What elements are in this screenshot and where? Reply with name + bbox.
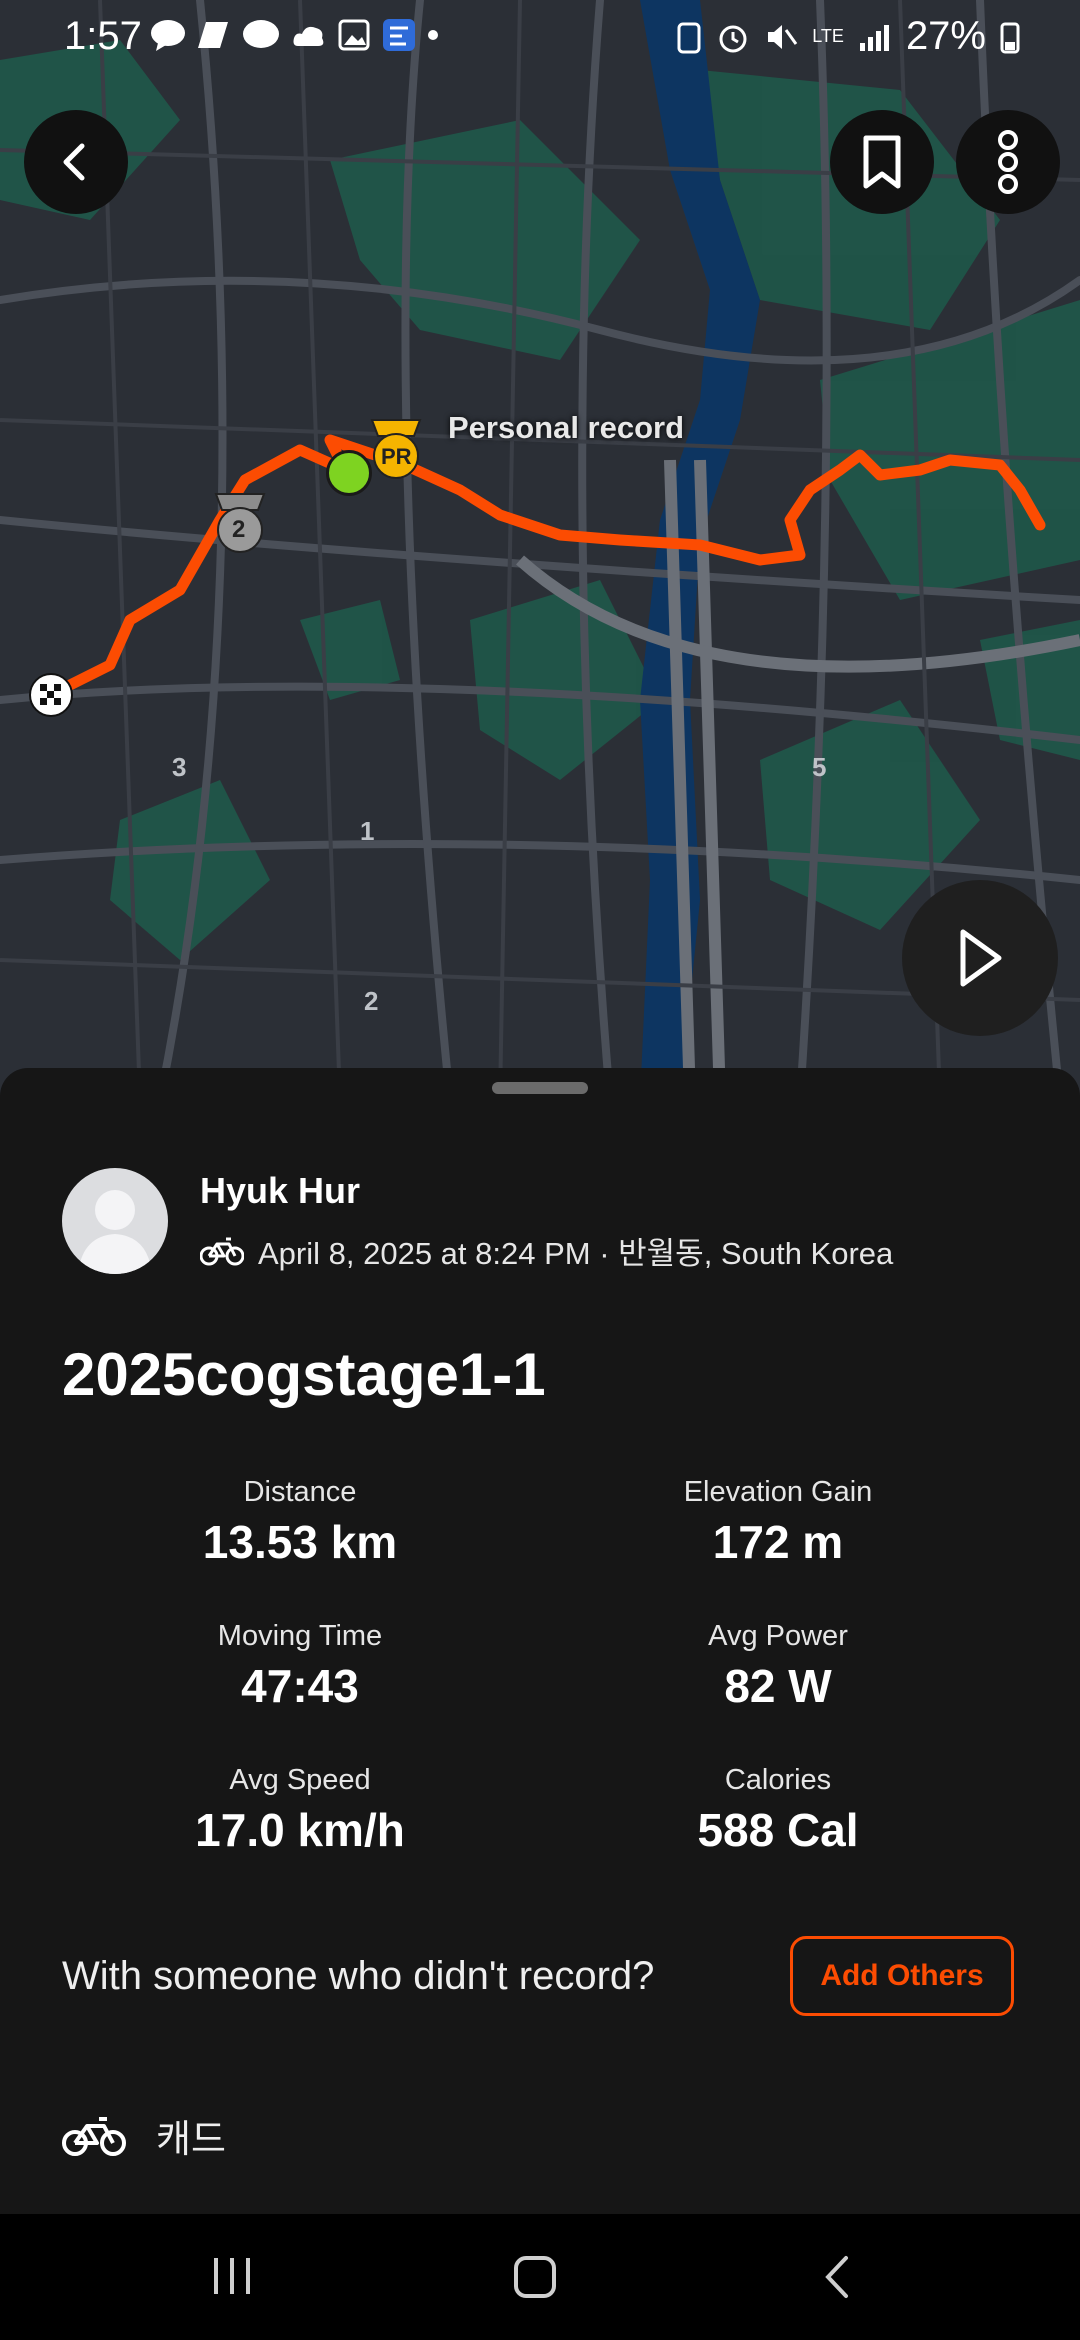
- second-place-badge: 2: [210, 488, 270, 556]
- stat-value: 17.0 km/h: [195, 1804, 405, 1856]
- play-icon: [960, 929, 1002, 987]
- km-marker: 3: [172, 752, 187, 782]
- battery-saver-icon: [677, 22, 701, 53]
- stat-label: Moving Time: [217, 1620, 383, 1652]
- stat-label: Avg Power: [708, 1620, 848, 1652]
- activity-details-sheet[interactable]: Hyuk Hur April 8, 2025 at 8:24 PM · 반월동,…: [0, 1068, 1080, 2214]
- stat-calories: Calories 588 Cal: [578, 1764, 978, 1857]
- sheet-drag-handle[interactable]: [492, 1082, 588, 1094]
- default-avatar-icon: [78, 1190, 152, 1274]
- signal-icon: [859, 24, 889, 51]
- mute-icon: [768, 24, 798, 49]
- km-marker: 5: [812, 752, 827, 782]
- stat-value: 47:43: [241, 1660, 359, 1712]
- threads-icon: [243, 20, 279, 48]
- avatar[interactable]: [62, 1168, 168, 1274]
- bookmark-icon: [863, 135, 901, 189]
- pr-badge: PR: [366, 414, 426, 482]
- gallery-icon: [338, 19, 370, 51]
- home-icon[interactable]: [512, 2254, 558, 2300]
- status-bar: 1:57 LTE 27%: [0, 0, 1080, 80]
- more-notifications-dot: [428, 30, 438, 40]
- activity-title: 2025cogstage1-1: [62, 1341, 546, 1408]
- athlete-name[interactable]: Hyuk Hur: [200, 1170, 360, 1212]
- stat-label: Distance: [243, 1476, 357, 1508]
- app-icon: [198, 22, 228, 48]
- talk-icon: [151, 20, 185, 51]
- bike-icon: [200, 1237, 244, 1265]
- stat-value: 13.53 km: [202, 1516, 398, 1568]
- network-type: LTE: [812, 26, 844, 46]
- route-map[interactable]: 2 PR Personal record 3 1 2 5: [0, 0, 1080, 1100]
- recent-apps-icon[interactable]: [210, 2254, 254, 2298]
- bike-icon: [62, 2116, 126, 2156]
- activity-meta: April 8, 2025 at 8:24 PM · 반월동, South Ko…: [200, 1228, 893, 1273]
- notification-icons: [150, 18, 438, 52]
- stat-label: Calories: [724, 1764, 832, 1796]
- more-options-button[interactable]: [956, 110, 1060, 214]
- stat-value: 172 m: [712, 1516, 844, 1568]
- finish-flag-icon: [29, 673, 73, 717]
- cloud-icon: [293, 26, 324, 46]
- gear-name: 캐드: [156, 2119, 226, 2161]
- battery-percent: 27%: [905, 14, 986, 58]
- stat-distance: Distance 13.53 km: [100, 1476, 500, 1569]
- system-icons: LTE 27%: [676, 14, 1020, 59]
- km-marker: 2: [364, 986, 379, 1016]
- blue-app-icon: [383, 19, 415, 51]
- gear-row[interactable]: 캐드: [62, 2108, 226, 2163]
- bookmark-button[interactable]: [830, 110, 934, 214]
- stat-label: Avg Speed: [229, 1764, 371, 1796]
- stat-moving-time: Moving Time 47:43: [100, 1620, 500, 1713]
- stat-avg-speed: Avg Speed 17.0 km/h: [100, 1764, 500, 1857]
- back-arrow-icon: [63, 143, 85, 181]
- more-vertical-icon: [998, 130, 1018, 194]
- battery-icon: [1000, 22, 1020, 53]
- add-others-button[interactable]: Add Others: [790, 1936, 1014, 2016]
- stat-value: 82 W: [724, 1660, 832, 1712]
- stat-value: 588 Cal: [697, 1804, 859, 1856]
- stat-label: Elevation Gain: [683, 1476, 873, 1508]
- tag-others-prompt: With someone who didn't record?: [62, 1954, 655, 1998]
- km-marker: 1: [360, 816, 375, 846]
- back-button[interactable]: [24, 110, 128, 214]
- status-time: 1:57: [64, 14, 142, 58]
- alarm-icon: [719, 25, 747, 52]
- flyover-play-button[interactable]: [902, 880, 1058, 1036]
- pr-badge-text: PR: [381, 444, 412, 469]
- personal-record-label: Personal record: [448, 410, 685, 445]
- activity-date-location: April 8, 2025 at 8:24 PM · 반월동, South Ko…: [258, 1236, 894, 1271]
- system-navigation-bar: [0, 2214, 1080, 2340]
- system-back-icon[interactable]: [818, 2254, 854, 2300]
- stat-avg-power: Avg Power 82 W: [578, 1620, 978, 1713]
- second-badge-number: 2: [232, 516, 246, 543]
- stat-elevation-gain: Elevation Gain 172 m: [578, 1476, 978, 1569]
